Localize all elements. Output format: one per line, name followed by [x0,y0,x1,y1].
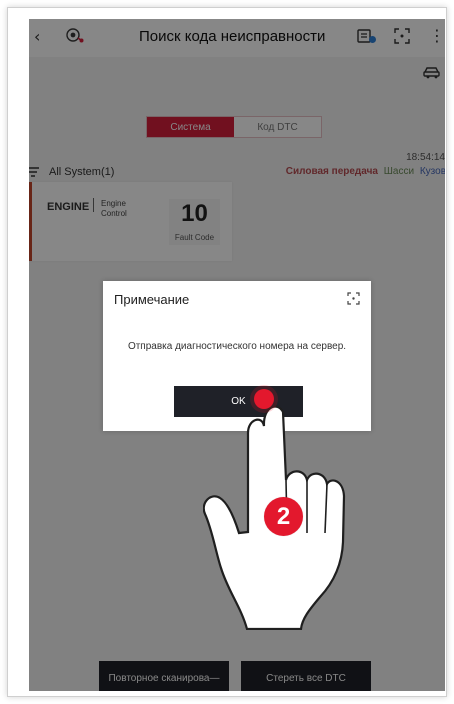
dialog-message: Отправка диагностического номера на серв… [127,341,347,352]
dialog-title: Примечание [114,292,190,307]
step-badge: 2 [264,497,303,536]
tap-indicator [254,389,274,409]
dialog-expand-icon[interactable] [346,291,361,306]
app-screen: ‹ Поиск кода неисправности ⋮ Система Код… [29,19,445,691]
